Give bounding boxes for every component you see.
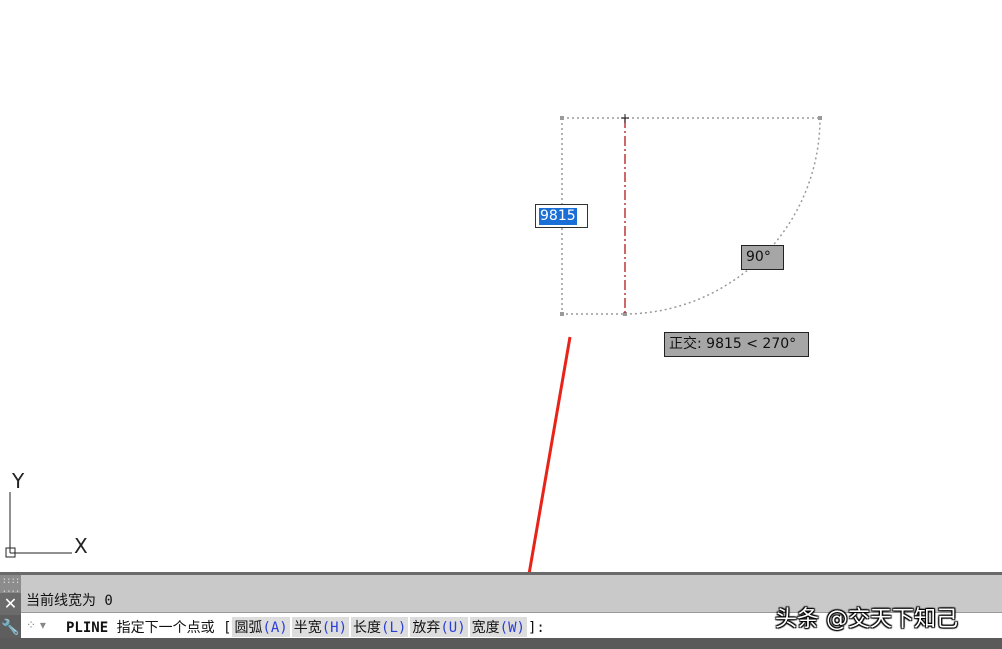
ucs-y-label: Y bbox=[11, 469, 25, 493]
option-label: 半宽 bbox=[293, 620, 322, 636]
prompt-end: ]: bbox=[527, 620, 545, 636]
option-label: 宽度 bbox=[471, 620, 500, 636]
drawing-canvas[interactable]: Y X bbox=[0, 0, 1002, 572]
close-icon[interactable]: ✕ bbox=[0, 593, 21, 615]
option-label: 长度 bbox=[353, 620, 382, 636]
command-name: PLINE bbox=[66, 620, 109, 636]
option-key: (H) bbox=[321, 620, 348, 636]
option-key: (U) bbox=[440, 620, 466, 636]
option-width[interactable]: 宽度(W) bbox=[469, 617, 527, 637]
prompt-text: 指定下一个点或 [ bbox=[116, 620, 232, 636]
command-prompt: PLINE 指定下一个点或 [圆弧(A) 半宽(H) 长度(L) 放弃(U) 宽度(W)… bbox=[66, 617, 545, 637]
annotation-arrow bbox=[527, 336, 572, 572]
grip-points bbox=[560, 116, 822, 316]
dynamic-input-value: 9815 bbox=[539, 208, 577, 225]
option-label: 放弃 bbox=[412, 620, 441, 636]
ucs-x-label: X bbox=[74, 534, 88, 558]
dynamic-input-field[interactable]: 9815 bbox=[535, 204, 588, 228]
wrench-icon[interactable]: 🔧 bbox=[0, 615, 21, 639]
preview-rectangle bbox=[561, 117, 820, 315]
command-window-border bbox=[0, 572, 1002, 575]
option-arc[interactable]: 圆弧(A) bbox=[232, 617, 290, 637]
drag-handle[interactable]: :::::::: bbox=[0, 575, 21, 598]
option-key: (L) bbox=[381, 620, 407, 636]
angle-tooltip: 90° bbox=[741, 245, 784, 270]
option-label: 圆弧 bbox=[234, 620, 263, 636]
option-key: (A) bbox=[262, 620, 288, 636]
command-history-line: 当前线宽为 0 bbox=[26, 593, 113, 609]
preview-arc bbox=[624, 117, 821, 315]
ucs-icon bbox=[5, 492, 72, 558]
option-key: (W) bbox=[499, 620, 525, 636]
ortho-tooltip: 正交: 9815 < 270° bbox=[664, 332, 809, 357]
watermark: 头条 @交天下知己 bbox=[775, 607, 958, 632]
crosshair-marker bbox=[621, 114, 629, 123]
option-undo[interactable]: 放弃(U) bbox=[410, 617, 468, 637]
recent-commands-icon[interactable]: ⁘ ▾ bbox=[26, 616, 46, 634]
option-length[interactable]: 长度(L) bbox=[351, 617, 409, 637]
status-strip bbox=[0, 638, 1002, 649]
option-halfwidth[interactable]: 半宽(H) bbox=[291, 617, 350, 637]
